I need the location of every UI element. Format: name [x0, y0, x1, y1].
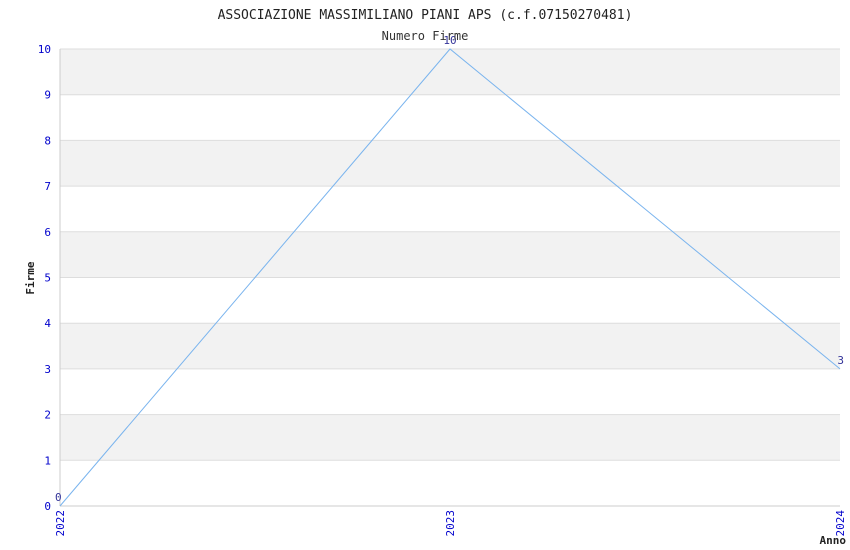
grid-band	[60, 94, 840, 141]
grid-band	[60, 231, 840, 278]
chart-subtitle: Numero Firme	[382, 29, 469, 43]
x-tick-label: 2024	[834, 510, 847, 537]
grid-band	[60, 323, 840, 369]
x-tick-label: 2022	[54, 510, 67, 537]
x-tick-labels: 2022 2023 2024	[54, 510, 847, 537]
y-tick-label: 10	[38, 43, 51, 56]
grid-band	[60, 140, 840, 187]
y-tick-label: 0	[44, 500, 51, 513]
y-tick-label: 9	[44, 89, 51, 102]
grid-band	[60, 414, 840, 461]
data-label: 3	[837, 354, 844, 367]
y-tick-labels: 0 1 2 3 4 5 6 7 8 9 10	[38, 43, 52, 513]
y-axis-title: Firme	[24, 261, 37, 294]
y-tick-label: 3	[44, 363, 51, 376]
grid-band	[60, 277, 840, 324]
y-tick-label: 8	[44, 134, 51, 147]
y-tick-label: 2	[44, 409, 51, 422]
x-tick-label: 2023	[444, 510, 457, 537]
chart-title: ASSOCIAZIONE MASSIMILIANO PIANI APS (c.f…	[218, 8, 633, 23]
data-label: 0	[55, 491, 62, 504]
y-tick-label: 6	[44, 226, 51, 239]
line-chart: 012345678910 2022 2023 2024 0103 ASSOCIAZI…	[24, 8, 847, 547]
grid-band	[60, 49, 840, 95]
y-tick-label: 5	[44, 272, 51, 285]
grid-band	[60, 368, 840, 415]
grid-band	[60, 186, 840, 232]
y-tick-label: 7	[44, 180, 51, 193]
x-axis-title: Anno	[820, 534, 847, 547]
grid-band	[60, 460, 840, 506]
y-tick-label: 1	[44, 454, 51, 467]
y-tick-label: 4	[44, 317, 51, 330]
